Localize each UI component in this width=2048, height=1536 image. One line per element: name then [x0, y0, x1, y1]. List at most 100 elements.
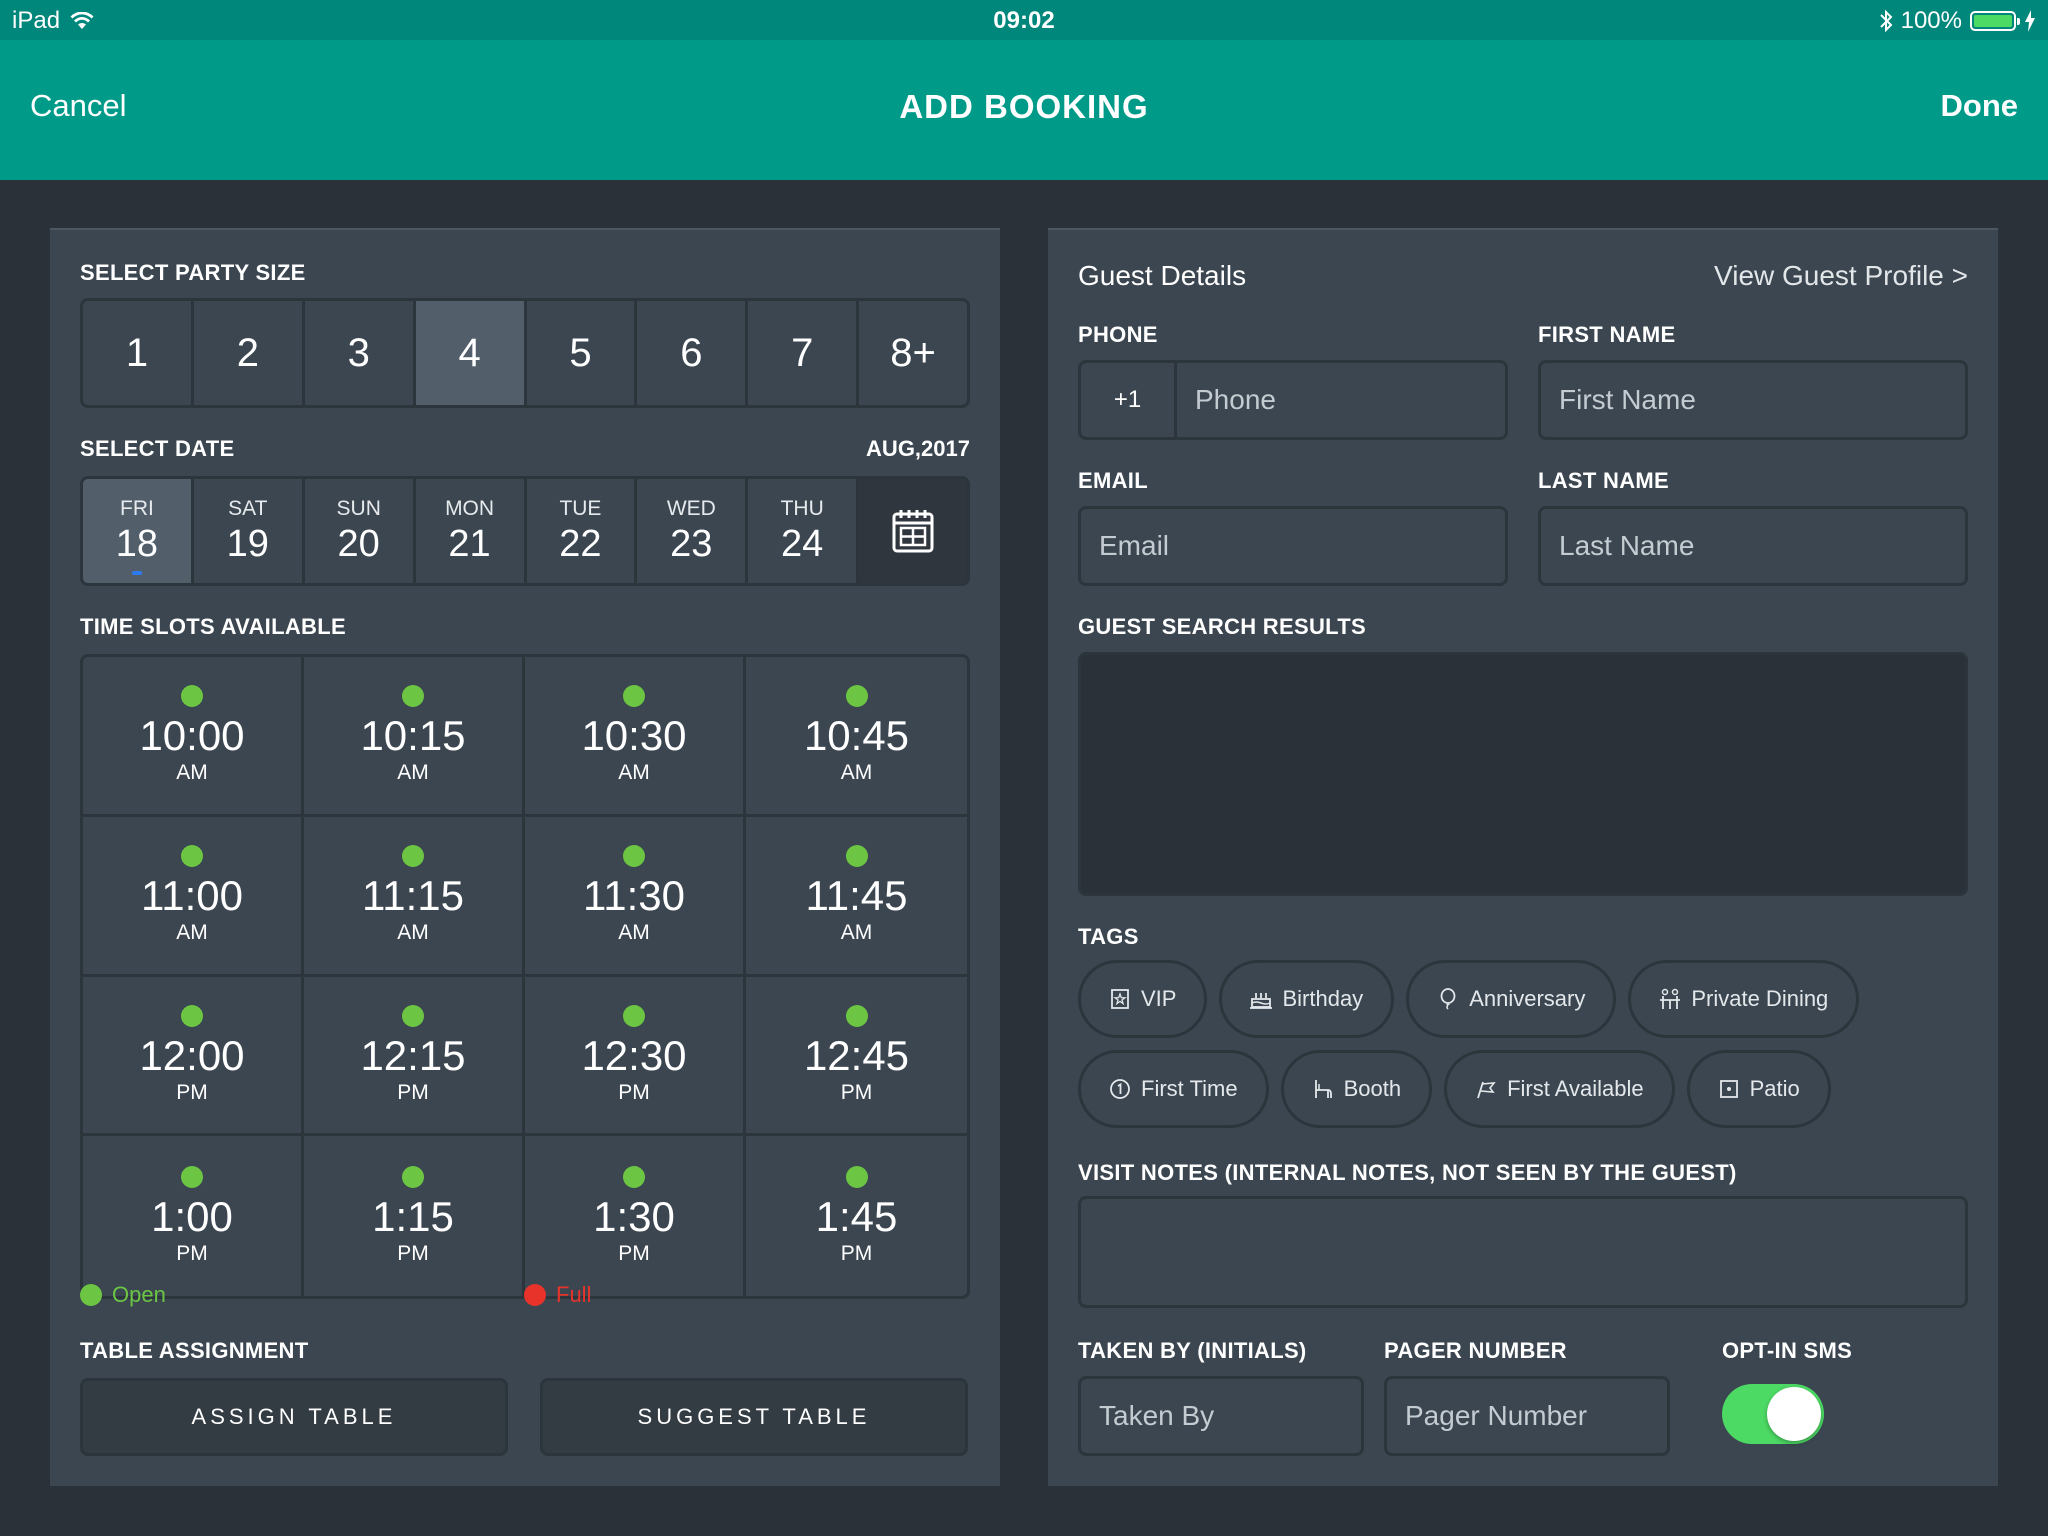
visit-notes-input[interactable]: [1078, 1196, 1968, 1308]
time-slot[interactable]: 12:00 PM: [83, 976, 304, 1137]
date-weekday: FRI: [120, 496, 154, 520]
tag-label: Private Dining: [1691, 986, 1829, 1011]
date-option[interactable]: MON 21: [416, 479, 527, 583]
flag-icon: [1475, 1078, 1497, 1100]
first-name-input[interactable]: First Name: [1538, 360, 1968, 440]
time-slot[interactable]: 10:30 AM: [525, 657, 746, 817]
tag-private-dining[interactable]: Private Dining: [1628, 960, 1860, 1038]
time-slot[interactable]: 1:30 PM: [525, 1136, 746, 1296]
date-number: 24: [781, 522, 824, 565]
country-code-selector[interactable]: +1: [1081, 363, 1177, 437]
party-size-option[interactable]: 5: [527, 301, 638, 405]
dining-table-icon: [1659, 988, 1681, 1010]
date-option[interactable]: WED 23: [637, 479, 749, 583]
time-slots-grid: 10:00 AM 10:15 AM 10:30 AM 10:45 AM 11:00 AM …: [80, 654, 970, 1299]
party-size-option[interactable]: 8+: [859, 301, 967, 405]
assign-table-button[interactable]: ASSIGN TABLE: [80, 1378, 508, 1456]
taken-by-input[interactable]: Taken By: [1078, 1376, 1364, 1456]
open-status-dot: [845, 845, 868, 868]
slot-time: 1:00: [151, 1193, 233, 1241]
open-status-dot: [181, 685, 203, 708]
tag-first-time[interactable]: First Time: [1078, 1050, 1269, 1128]
phone-field: +1 Phone: [1078, 360, 1508, 440]
time-slot[interactable]: 10:45 AM: [746, 657, 967, 817]
slot-time: 11:30: [583, 872, 685, 920]
today-indicator: [131, 571, 142, 575]
slot-ampm: PM: [840, 1080, 873, 1104]
time-slot[interactable]: 12:30 PM: [525, 976, 746, 1137]
first-name-label: FIRST NAME: [1538, 322, 1676, 347]
tags-group: VIP Birthday Anniversary Private Dining: [1078, 960, 1968, 1140]
phone-input[interactable]: Phone: [1177, 363, 1505, 437]
date-weekday: THU: [780, 496, 824, 520]
slot-ampm: AM: [618, 921, 650, 945]
date-option[interactable]: TUE 22: [527, 479, 638, 583]
email-input[interactable]: Email: [1078, 506, 1508, 586]
date-option[interactable]: THU 24: [748, 479, 860, 583]
slot-time: 12:15: [360, 1031, 466, 1079]
date-option[interactable]: SAT 19: [194, 479, 305, 583]
open-status-dot: [623, 1004, 645, 1027]
time-slot[interactable]: 10:15 AM: [304, 657, 525, 817]
party-size-option[interactable]: 2: [194, 301, 305, 405]
slot-time: 12:45: [803, 1031, 910, 1079]
status-time: 09:02: [993, 7, 1055, 34]
legend-open: Open: [80, 1282, 166, 1308]
patio-icon: [1718, 1078, 1740, 1100]
time-slot[interactable]: 12:45 PM: [746, 977, 967, 1137]
page-title: ADD BOOKING: [899, 88, 1149, 125]
opt-in-sms-toggle[interactable]: [1722, 1384, 1824, 1444]
pager-number-input[interactable]: Pager Number: [1384, 1376, 1670, 1456]
last-name-input[interactable]: Last Name: [1538, 506, 1968, 586]
party-size-option-selected[interactable]: 4: [415, 301, 527, 405]
open-status-dot: [402, 845, 424, 868]
tag-patio[interactable]: Patio: [1686, 1050, 1831, 1128]
party-size-option[interactable]: 3: [305, 301, 416, 405]
legend-full: Full: [524, 1282, 591, 1308]
slot-ampm: AM: [840, 761, 873, 785]
date-weekday: TUE: [559, 496, 602, 520]
time-slot[interactable]: 11:30 AM: [525, 816, 746, 977]
suggest-table-button[interactable]: SUGGEST TABLE: [540, 1378, 968, 1456]
date-weekday: SAT: [228, 496, 268, 520]
done-button[interactable]: Done: [1941, 88, 2019, 124]
tag-booth[interactable]: Booth: [1280, 1050, 1433, 1128]
time-slot[interactable]: 1:45 PM: [746, 1136, 967, 1296]
time-slot[interactable]: 12:15 PM: [304, 976, 525, 1137]
balloon-icon: [1437, 988, 1459, 1010]
time-slot[interactable]: 1:15 PM: [304, 1136, 525, 1296]
time-slot[interactable]: 11:45 AM: [746, 817, 967, 977]
date-option-selected[interactable]: FRI 18: [83, 479, 194, 583]
time-slot[interactable]: 11:00 AM: [83, 816, 304, 977]
tag-first-available[interactable]: First Available: [1444, 1050, 1675, 1128]
guest-search-results-list[interactable]: [1078, 652, 1968, 896]
slot-time: 1:15: [372, 1193, 454, 1241]
tag-birthday[interactable]: Birthday: [1219, 960, 1395, 1038]
tags-label: TAGS: [1078, 924, 1139, 949]
calendar-button[interactable]: [859, 479, 967, 583]
tag-label: Anniversary: [1469, 986, 1586, 1011]
time-slot[interactable]: 10:00 AM: [83, 657, 304, 817]
tag-anniversary[interactable]: Anniversary: [1406, 960, 1617, 1038]
slot-ampm: AM: [176, 761, 208, 785]
party-size-option[interactable]: 7: [748, 301, 860, 405]
charging-icon: [2025, 10, 2035, 32]
time-slot[interactable]: 1:00 PM: [83, 1136, 304, 1296]
guest-details-panel: Guest Details View Guest Profile > PHONE…: [1048, 228, 1998, 1486]
calendar-icon: [892, 510, 934, 553]
open-status-dot: [845, 685, 868, 708]
tag-vip[interactable]: VIP: [1078, 960, 1208, 1038]
date-number: 22: [559, 522, 602, 565]
battery-percent: 100%: [1900, 7, 1962, 34]
slot-ampm: AM: [618, 761, 650, 785]
phone-label: PHONE: [1078, 322, 1158, 347]
open-status-dot: [402, 1166, 424, 1189]
party-size-option[interactable]: 1: [83, 301, 194, 405]
date-option[interactable]: SUN 20: [305, 479, 416, 583]
view-guest-profile-link[interactable]: View Guest Profile >: [1714, 260, 1968, 292]
slot-time: 11:15: [362, 872, 464, 920]
party-size-option[interactable]: 6: [637, 301, 749, 405]
time-slot[interactable]: 11:15 AM: [304, 816, 525, 977]
guest-details-title: Guest Details: [1078, 260, 1247, 291]
slot-time: 10:45: [803, 712, 910, 760]
